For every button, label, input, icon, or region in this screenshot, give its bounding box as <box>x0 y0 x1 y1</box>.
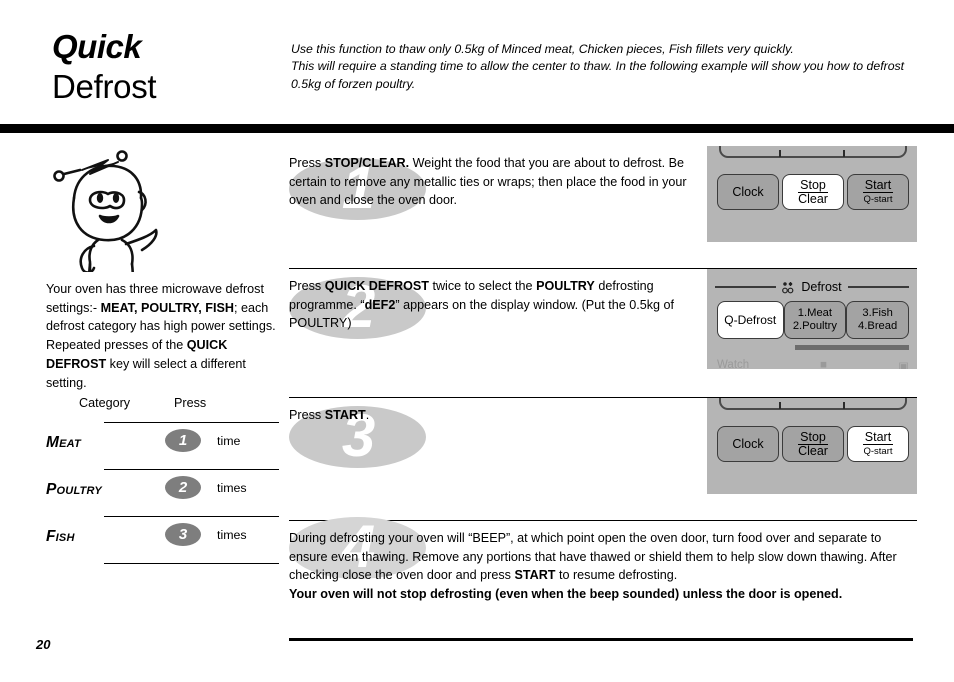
display-window <box>719 146 907 158</box>
control-panel-step-3: Clock Stop Clear Start Q-start <box>707 398 917 494</box>
header-divider <box>0 124 954 133</box>
page-number: 20 <box>36 637 51 652</box>
page-title-line1: Quick <box>52 28 142 65</box>
header-rule-left <box>715 286 777 288</box>
intro-line-1: Use this function to thaw only 0.5kg of … <box>291 42 794 56</box>
column-header-category: Category <box>79 396 131 410</box>
fish-bread-pad-button[interactable]: 3.Fish 4.Bread <box>846 301 909 339</box>
stop-clear-button[interactable]: Stop Clear <box>782 174 844 210</box>
start-label: Start <box>862 177 894 193</box>
step-4-part-2: to resume defrosting. <box>555 568 678 583</box>
pad-meat-label: 1.Meat <box>797 306 832 319</box>
step-4-text: During defrosting your oven will “BEEP”,… <box>289 529 913 603</box>
step-1: 1 Press STOP/CLEAR. Weight the food that… <box>289 146 917 269</box>
intro-line-2: This will require a standing time to all… <box>291 59 905 74</box>
stop-clear-button[interactable]: Stop Clear <box>782 426 844 462</box>
defrost-label-group: Defrost <box>776 279 847 295</box>
q-defrost-button[interactable]: Q-Defrost <box>717 301 784 339</box>
table-row: Poultry 2 times <box>46 469 279 516</box>
pad-poultry-label: 2.Poultry <box>792 320 837 332</box>
step-3-bold-1: START <box>324 408 366 422</box>
step-3-part-1: Press <box>289 408 325 422</box>
step-2-bold-3: dEF2 <box>364 297 396 312</box>
table-row: Meat 1 time <box>46 422 279 469</box>
button-row: Clock Stop Clear Start Q-start <box>717 174 909 210</box>
meat-poultry-pad-button[interactable]: 1.Meat 2.Poultry <box>783 301 847 339</box>
step-4-warning: Your oven will not stop defrosting (even… <box>289 586 843 601</box>
page-title: Quick Defrost <box>52 28 272 108</box>
clock-button[interactable]: Clock <box>717 174 779 210</box>
step-1-bold-1: STOP/CLEAR. <box>324 156 410 170</box>
display-window <box>719 398 907 410</box>
press-count-badge: 3 <box>165 523 201 546</box>
display-tick <box>779 402 781 409</box>
button-row: Q-Defrost 1.Meat 2.Poultry 3.Fish 4.Brea… <box>717 301 909 339</box>
category-press-table: Category Press Meat 1 time Poultry 2 tim… <box>46 396 286 564</box>
clock-button-label: Clock <box>732 436 764 451</box>
control-panel-step-1: Clock Stop Clear Start Q-start <box>707 146 917 242</box>
panel-footer-row: Watch ■ ▣ <box>717 359 909 369</box>
column-header-press: Press <box>174 396 207 410</box>
button-row: Clock Stop Clear Start Q-start <box>717 426 909 462</box>
table-header-row: Category Press <box>46 396 286 422</box>
step-4: 4 During defrosting your oven will “BEEP… <box>289 517 917 623</box>
display-tick <box>843 150 845 157</box>
clear-label: Clear <box>798 443 828 458</box>
q-start-label: Q-start <box>863 445 893 457</box>
display-tick <box>779 150 781 157</box>
press-count-unit: times <box>217 481 247 495</box>
start-label: Start <box>862 429 894 445</box>
stop-label: Stop <box>798 177 828 193</box>
q-defrost-label: Q-Defrost <box>724 313 777 327</box>
step-1-text: Press STOP/CLEAR. Weight the food that y… <box>289 154 697 210</box>
start-button[interactable]: Start Q-start <box>847 174 909 210</box>
panel-divider-bar <box>795 345 909 350</box>
clock-button-label: Clock <box>732 184 764 199</box>
intro-line-3: 0.5kg of forzen poultry. <box>291 76 416 91</box>
page-title-line2: Defrost <box>52 68 157 105</box>
category-name: Poultry <box>46 481 102 498</box>
pad-bread-label: 4.Bread <box>858 320 898 332</box>
q-start-label: Q-start <box>863 193 893 205</box>
instruction-steps: 1 Press STOP/CLEAR. Weight the food that… <box>289 146 917 623</box>
table-row: Fish 3 times <box>46 516 279 564</box>
press-count-unit: time <box>217 434 241 448</box>
header-rule-right <box>847 286 910 288</box>
intro-paragraph: Use this function to thaw only 0.5kg of … <box>291 41 916 93</box>
defrost-settings-note: Your oven has three microwave defrost se… <box>46 280 278 392</box>
step-2-part-1: Press <box>289 279 325 293</box>
panel-foot-icon-2: ▣ <box>898 361 909 369</box>
display-tick <box>843 402 845 409</box>
step-2: 2 Press QUICK DEFROST twice to select th… <box>289 269 917 398</box>
step-3-text: Press START. <box>289 406 697 425</box>
pad-fish-label: 3.Fish <box>862 306 893 319</box>
press-count-unit: times <box>217 528 247 542</box>
step-3: 3 Press START. Clock Stop Clear Start Q-… <box>289 398 917 521</box>
press-count-badge: 1 <box>165 429 201 452</box>
defrost-section-header: Defrost <box>715 279 910 295</box>
panel-foot-icon-1: ■ <box>820 359 828 369</box>
watch-label: Watch <box>717 359 750 369</box>
stop-label: Stop <box>798 429 828 445</box>
start-button[interactable]: Start Q-start <box>847 426 909 462</box>
clock-button[interactable]: Clock <box>717 426 779 462</box>
mascot-illustration <box>46 140 181 312</box>
step-4-bold-1: START <box>514 568 556 583</box>
control-panel-step-2: Defrost Q-Defrost 1.Meat 2.Poultry 3.Fis… <box>707 269 917 369</box>
defrost-section-label: Defrost <box>801 280 842 294</box>
category-name: Meat <box>46 434 81 451</box>
step-2-text: Press QUICK DEFROST twice to select the … <box>289 277 707 333</box>
snowflake-icon <box>782 282 794 294</box>
step-2-part-2: twice to select the <box>428 279 537 293</box>
side-note-bold-1: MEAT, POULTRY, FISH <box>100 300 234 315</box>
step-1-part-1: Press <box>289 156 325 170</box>
step-2-bold-1: QUICK DEFROST <box>324 279 429 293</box>
footer-divider <box>289 638 913 641</box>
step-2-bold-2: POULTRY <box>536 279 595 293</box>
clear-label: Clear <box>798 191 828 206</box>
press-count-badge: 2 <box>165 476 201 499</box>
step-3-part-2: . <box>365 408 370 422</box>
category-name: Fish <box>46 528 75 545</box>
